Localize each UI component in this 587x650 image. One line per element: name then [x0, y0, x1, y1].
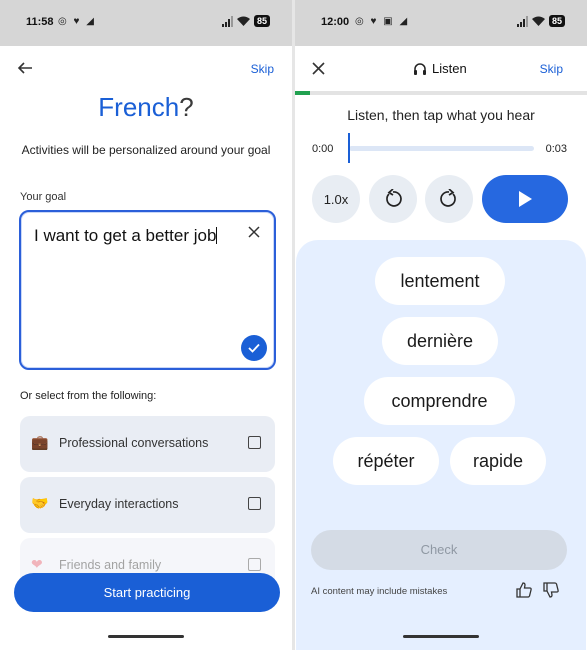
audio-current-time: 0:00	[312, 143, 334, 155]
wifi-icon	[531, 16, 545, 26]
lesson-progress-fill	[295, 91, 310, 95]
thumbs-down-icon[interactable]	[542, 581, 560, 599]
page-subtitle: Activities will be personalized around y…	[21, 143, 271, 157]
rewind-button[interactable]	[369, 175, 417, 223]
instruction-text: Listen, then tap what you hear	[347, 107, 535, 123]
wifi-icon	[236, 16, 250, 26]
audio-duration: 0:03	[545, 143, 567, 155]
checkmark-icon	[248, 343, 260, 353]
close-icon[interactable]	[312, 62, 325, 75]
text-cursor	[216, 227, 218, 244]
home-indicator[interactable]	[108, 635, 184, 638]
battery-icon: 85	[253, 15, 270, 27]
forward-button[interactable]	[425, 175, 473, 223]
handshake-icon: 🤝	[31, 495, 49, 511]
word-chip[interactable]: dernière	[382, 317, 498, 365]
goal-text-value: I want to get a better job	[34, 226, 217, 245]
signal-icon	[516, 15, 528, 27]
clear-icon[interactable]	[248, 226, 260, 238]
option-checkbox[interactable]	[248, 436, 261, 449]
rewind-icon	[386, 189, 402, 207]
notification-icons: ◎ ♥ ▣ ◢	[355, 16, 410, 27]
option-checkbox[interactable]	[248, 558, 261, 571]
system-icons: 85	[516, 15, 565, 27]
ai-disclaimer: AI content may include mistakes	[311, 586, 448, 597]
option-checkbox[interactable]	[248, 497, 261, 510]
option-label: Professional conversations	[59, 436, 209, 450]
title-question-mark: ?	[179, 92, 194, 122]
heart-icon: ❤	[31, 556, 43, 572]
listen-screen: 12:00 ◎ ♥ ▣ ◢ 85 Listen Skip Listen, the…	[295, 0, 587, 650]
notification-icons: ◎ ♥ ◢	[58, 16, 96, 27]
status-time: 11:58	[26, 16, 54, 28]
thumbs-up-icon[interactable]	[515, 581, 533, 599]
battery-icon: 85	[548, 15, 565, 27]
briefcase-icon: 💼	[31, 434, 49, 450]
option-label: Everyday interactions	[59, 497, 179, 511]
start-practicing-button[interactable]: Start practicing	[14, 573, 280, 612]
forward-icon	[440, 189, 456, 207]
skip-button[interactable]: Skip	[251, 62, 274, 76]
options-heading: Or select from the following:	[20, 390, 157, 402]
playback-speed-button[interactable]: 1.0x	[312, 175, 360, 223]
system-icons: 85	[221, 15, 270, 27]
word-chip[interactable]: lentement	[375, 257, 505, 305]
language-name: French	[98, 92, 180, 122]
play-button[interactable]	[482, 175, 568, 223]
signal-icon	[221, 15, 233, 27]
screen-title: Listen	[432, 61, 467, 76]
goal-screen: 11:58 ◎ ♥ ◢ 85 Skip French? Activities w…	[0, 0, 292, 650]
word-chip[interactable]: répéter	[333, 437, 439, 485]
option-professional-conversations[interactable]: 💼 Professional conversations	[20, 416, 275, 472]
headphones-icon	[414, 62, 426, 75]
goal-text-content[interactable]: I want to get a better job	[34, 226, 234, 246]
goal-label: Your goal	[20, 191, 67, 203]
lesson-progress-bar	[295, 91, 587, 95]
skip-button[interactable]: Skip	[540, 62, 563, 76]
audio-seek-thumb[interactable]	[348, 133, 350, 163]
word-chip[interactable]: rapide	[450, 437, 546, 485]
audio-seek-bar[interactable]	[349, 146, 534, 151]
status-time: 12:00	[321, 16, 350, 28]
confirm-goal-button[interactable]	[241, 335, 267, 361]
goal-text-area[interactable]: I want to get a better job	[19, 210, 276, 370]
screen-header: Listen	[413, 61, 467, 76]
back-arrow-icon[interactable]	[17, 60, 33, 76]
play-icon	[519, 191, 532, 207]
status-bar: 11:58 ◎ ♥ ◢ 85	[0, 0, 292, 46]
page-title: French?	[0, 92, 292, 123]
option-everyday-interactions[interactable]: 🤝 Everyday interactions	[20, 477, 275, 533]
word-chip[interactable]: comprendre	[364, 377, 515, 425]
option-label: Friends and family	[59, 558, 162, 572]
check-button[interactable]: Check	[311, 530, 567, 570]
status-bar: 12:00 ◎ ♥ ▣ ◢ 85	[295, 0, 587, 46]
home-indicator[interactable]	[403, 635, 479, 638]
